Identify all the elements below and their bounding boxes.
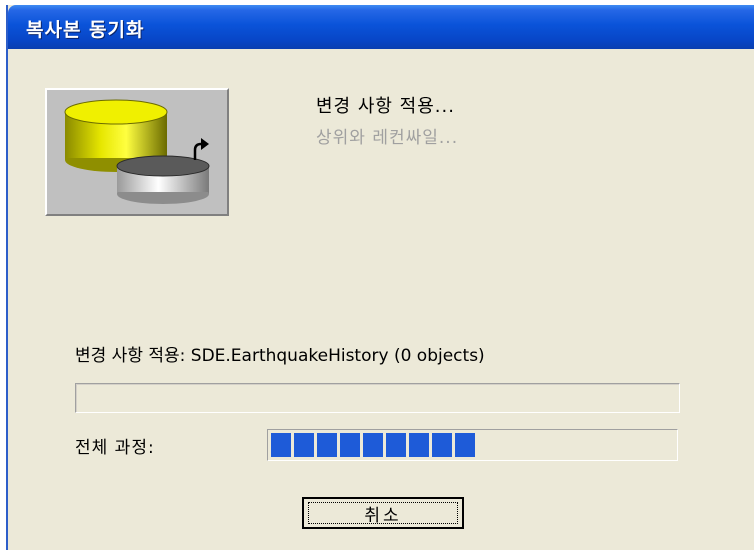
window-title: 복사본 동기화 xyxy=(26,19,145,41)
progress-segment xyxy=(363,433,383,457)
overall-progress-label: 전체 과정: xyxy=(75,438,155,458)
progress-segment xyxy=(340,433,360,457)
progress-segment xyxy=(317,433,337,457)
progress-segment xyxy=(386,433,406,457)
progress-segment xyxy=(432,433,452,457)
overall-progress-fill xyxy=(271,433,674,457)
progress-segment xyxy=(409,433,429,457)
status-title: 변경 사항 적용... xyxy=(316,96,455,117)
replica-sync-database-icon xyxy=(45,88,229,216)
progress-segment xyxy=(455,433,475,457)
status-subtitle: 상위와 레컨싸일... xyxy=(316,128,459,148)
overall-progress-bar xyxy=(267,429,678,461)
overall-progress-segments xyxy=(271,433,475,457)
progress-segment xyxy=(271,433,291,457)
title-bar[interactable]: 복사본 동기화 xyxy=(8,5,754,49)
apply-changes-label: 변경 사항 적용: SDE.EarthquakeHistory (0 objec… xyxy=(75,346,485,366)
replica-sync-dialog: 복사본 동기화 변경 사항 적용... 상위와 레컨싸일... 변경 사항 적용… xyxy=(6,5,754,550)
progress-segment xyxy=(294,433,314,457)
detail-progress-bar xyxy=(75,383,680,413)
cancel-button[interactable]: 취소 xyxy=(302,497,464,529)
cancel-button-label: 취소 xyxy=(308,502,458,526)
